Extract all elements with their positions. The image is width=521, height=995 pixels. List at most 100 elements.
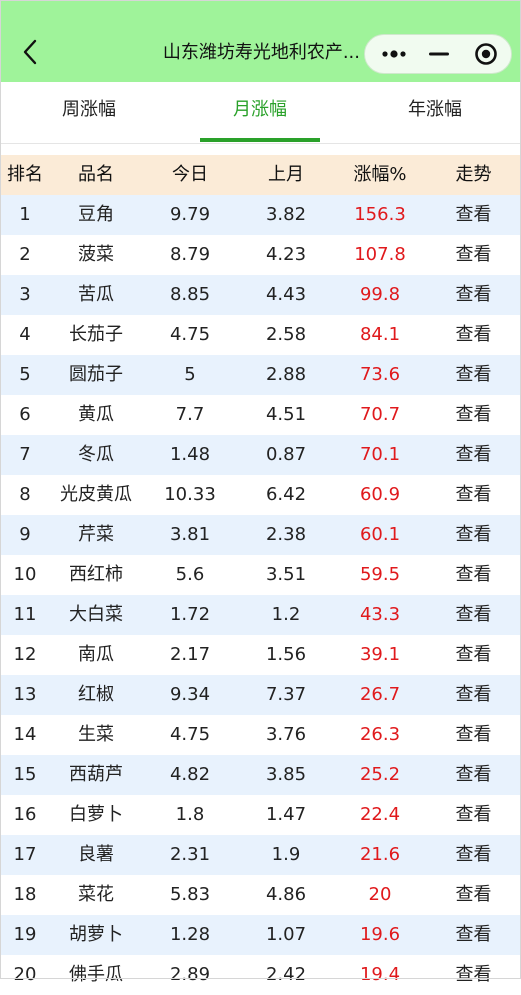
target-circle-icon <box>475 43 497 65</box>
change-pct-cell: 70.1 <box>359 444 401 465</box>
minimize-button[interactable] <box>414 35 464 73</box>
view-trend-link[interactable]: 查看 <box>426 755 521 795</box>
last-month-price-cell: 0.87 <box>265 444 307 465</box>
last-month-price-cell: 7.37 <box>265 684 307 705</box>
period-tabs: 周涨幅 月涨幅 年涨幅 <box>0 82 521 144</box>
today-price-cell: 1.8 <box>175 804 205 825</box>
rank-cell: 2 <box>19 244 31 265</box>
product-name-cell: 白萝卜 <box>69 804 123 825</box>
header-today: 今日 <box>172 164 208 185</box>
rank-cell: 6 <box>19 404 31 425</box>
rank-cell: 16 <box>13 804 37 825</box>
view-trend-link[interactable]: 查看 <box>426 395 521 435</box>
change-pct-cell: 107.8 <box>354 244 406 265</box>
table-row: 3 苦瓜 8.85 4.43 99.8 查看 <box>0 275 521 315</box>
table-row: 16 白萝卜 1.8 1.47 22.4 查看 <box>0 795 521 835</box>
table-header: 排名 品名 今日 上月 涨幅% 走势 <box>0 155 521 195</box>
view-trend-link[interactable]: 查看 <box>426 795 521 835</box>
last-month-price-cell: 1.2 <box>271 604 301 625</box>
view-trend-link[interactable]: 查看 <box>426 955 521 995</box>
chevron-left-icon <box>23 39 37 65</box>
today-price-cell: 8.85 <box>169 284 211 305</box>
product-name-cell: 芹菜 <box>78 524 114 545</box>
view-trend-link[interactable]: 查看 <box>426 195 521 235</box>
view-trend-link[interactable]: 查看 <box>426 235 521 275</box>
product-name-cell: 圆茄子 <box>69 364 123 385</box>
last-month-price-cell: 1.9 <box>271 844 301 865</box>
view-trend-link[interactable]: 查看 <box>426 475 521 515</box>
today-price-cell: 2.31 <box>169 844 211 865</box>
view-trend-link[interactable]: 查看 <box>426 315 521 355</box>
last-month-price-cell: 3.82 <box>265 204 307 225</box>
more-dots-icon <box>382 50 406 58</box>
today-price-cell: 4.75 <box>169 324 211 345</box>
table-row: 7 冬瓜 1.48 0.87 70.1 查看 <box>0 435 521 475</box>
product-name-cell: 西红柿 <box>69 564 123 585</box>
view-trend-link[interactable]: 查看 <box>426 275 521 315</box>
view-trend-link[interactable]: 查看 <box>426 555 521 595</box>
product-name-cell: 红椒 <box>78 684 114 705</box>
tab-weekly[interactable]: 周涨幅 <box>14 82 164 140</box>
table-row: 8 光皮黄瓜 10.33 6.42 60.9 查看 <box>0 475 521 515</box>
change-pct-cell: 19.6 <box>359 924 401 945</box>
last-month-price-cell: 4.86 <box>265 884 307 905</box>
table-row: 5 圆茄子 5 2.88 73.6 查看 <box>0 355 521 395</box>
today-price-cell: 1.28 <box>169 924 211 945</box>
last-month-price-cell: 2.58 <box>265 324 307 345</box>
change-pct-cell: 21.6 <box>359 844 401 865</box>
last-month-price-cell: 3.76 <box>265 724 307 745</box>
change-pct-cell: 59.5 <box>359 564 401 585</box>
change-pct-cell: 20 <box>368 884 392 905</box>
header-change-pct: 涨幅% <box>353 164 407 185</box>
table-row: 15 西葫芦 4.82 3.85 25.2 查看 <box>0 755 521 795</box>
table-row: 14 生菜 4.75 3.76 26.3 查看 <box>0 715 521 755</box>
today-price-cell: 4.82 <box>169 764 211 785</box>
rank-cell: 17 <box>13 844 37 865</box>
view-trend-link[interactable]: 查看 <box>426 715 521 755</box>
tab-monthly[interactable]: 月涨幅 <box>185 82 335 140</box>
view-trend-link[interactable]: 查看 <box>426 435 521 475</box>
view-trend-link[interactable]: 查看 <box>426 515 521 555</box>
tab-yearly[interactable]: 年涨幅 <box>360 82 510 140</box>
last-month-price-cell: 4.43 <box>265 284 307 305</box>
rank-cell: 9 <box>19 524 31 545</box>
product-name-cell: 胡萝卜 <box>69 924 123 945</box>
view-trend-link[interactable]: 查看 <box>426 835 521 875</box>
table-row: 13 红椒 9.34 7.37 26.7 查看 <box>0 675 521 715</box>
close-button[interactable] <box>461 35 511 73</box>
rank-cell: 19 <box>13 924 37 945</box>
product-name-cell: 菠菜 <box>78 244 114 265</box>
rank-cell: 10 <box>13 564 37 585</box>
today-price-cell: 2.89 <box>169 964 211 985</box>
today-price-cell: 1.48 <box>169 444 211 465</box>
header-rank: 排名 <box>7 164 43 185</box>
last-month-price-cell: 4.51 <box>265 404 307 425</box>
product-name-cell: 苦瓜 <box>78 284 114 305</box>
view-trend-link[interactable]: 查看 <box>426 355 521 395</box>
change-pct-cell: 73.6 <box>359 364 401 385</box>
product-name-cell: 长茄子 <box>69 324 123 345</box>
change-pct-cell: 39.1 <box>359 644 401 665</box>
view-trend-link[interactable]: 查看 <box>426 635 521 675</box>
view-trend-link[interactable]: 查看 <box>426 675 521 715</box>
back-button[interactable] <box>16 36 44 68</box>
more-menu-button[interactable] <box>369 35 419 73</box>
navigation-bar: 山东潍坊寿光地利农产... <box>0 0 521 82</box>
product-name-cell: 冬瓜 <box>78 444 114 465</box>
page-title: 山东潍坊寿光地利农产... <box>162 42 360 63</box>
change-pct-cell: 156.3 <box>354 204 406 225</box>
today-price-cell: 4.75 <box>169 724 211 745</box>
mini-program-capsule <box>364 34 512 74</box>
table-row: 11 大白菜 1.72 1.2 43.3 查看 <box>0 595 521 635</box>
view-trend-link[interactable]: 查看 <box>426 595 521 635</box>
today-price-cell: 5 <box>184 364 196 385</box>
today-price-cell: 5.6 <box>175 564 205 585</box>
table-row: 9 芹菜 3.81 2.38 60.1 查看 <box>0 515 521 555</box>
rank-cell: 4 <box>19 324 31 345</box>
price-table-body: 1 豆角 9.79 3.82 156.3 查看 2 菠菜 8.79 4.23 107.8 查看 3 苦瓜 8… <box>0 195 521 995</box>
rank-cell: 1 <box>19 204 31 225</box>
view-trend-link[interactable]: 查看 <box>426 875 521 915</box>
view-trend-link[interactable]: 查看 <box>426 915 521 955</box>
product-name-cell: 南瓜 <box>78 644 114 665</box>
change-pct-cell: 60.1 <box>359 524 401 545</box>
